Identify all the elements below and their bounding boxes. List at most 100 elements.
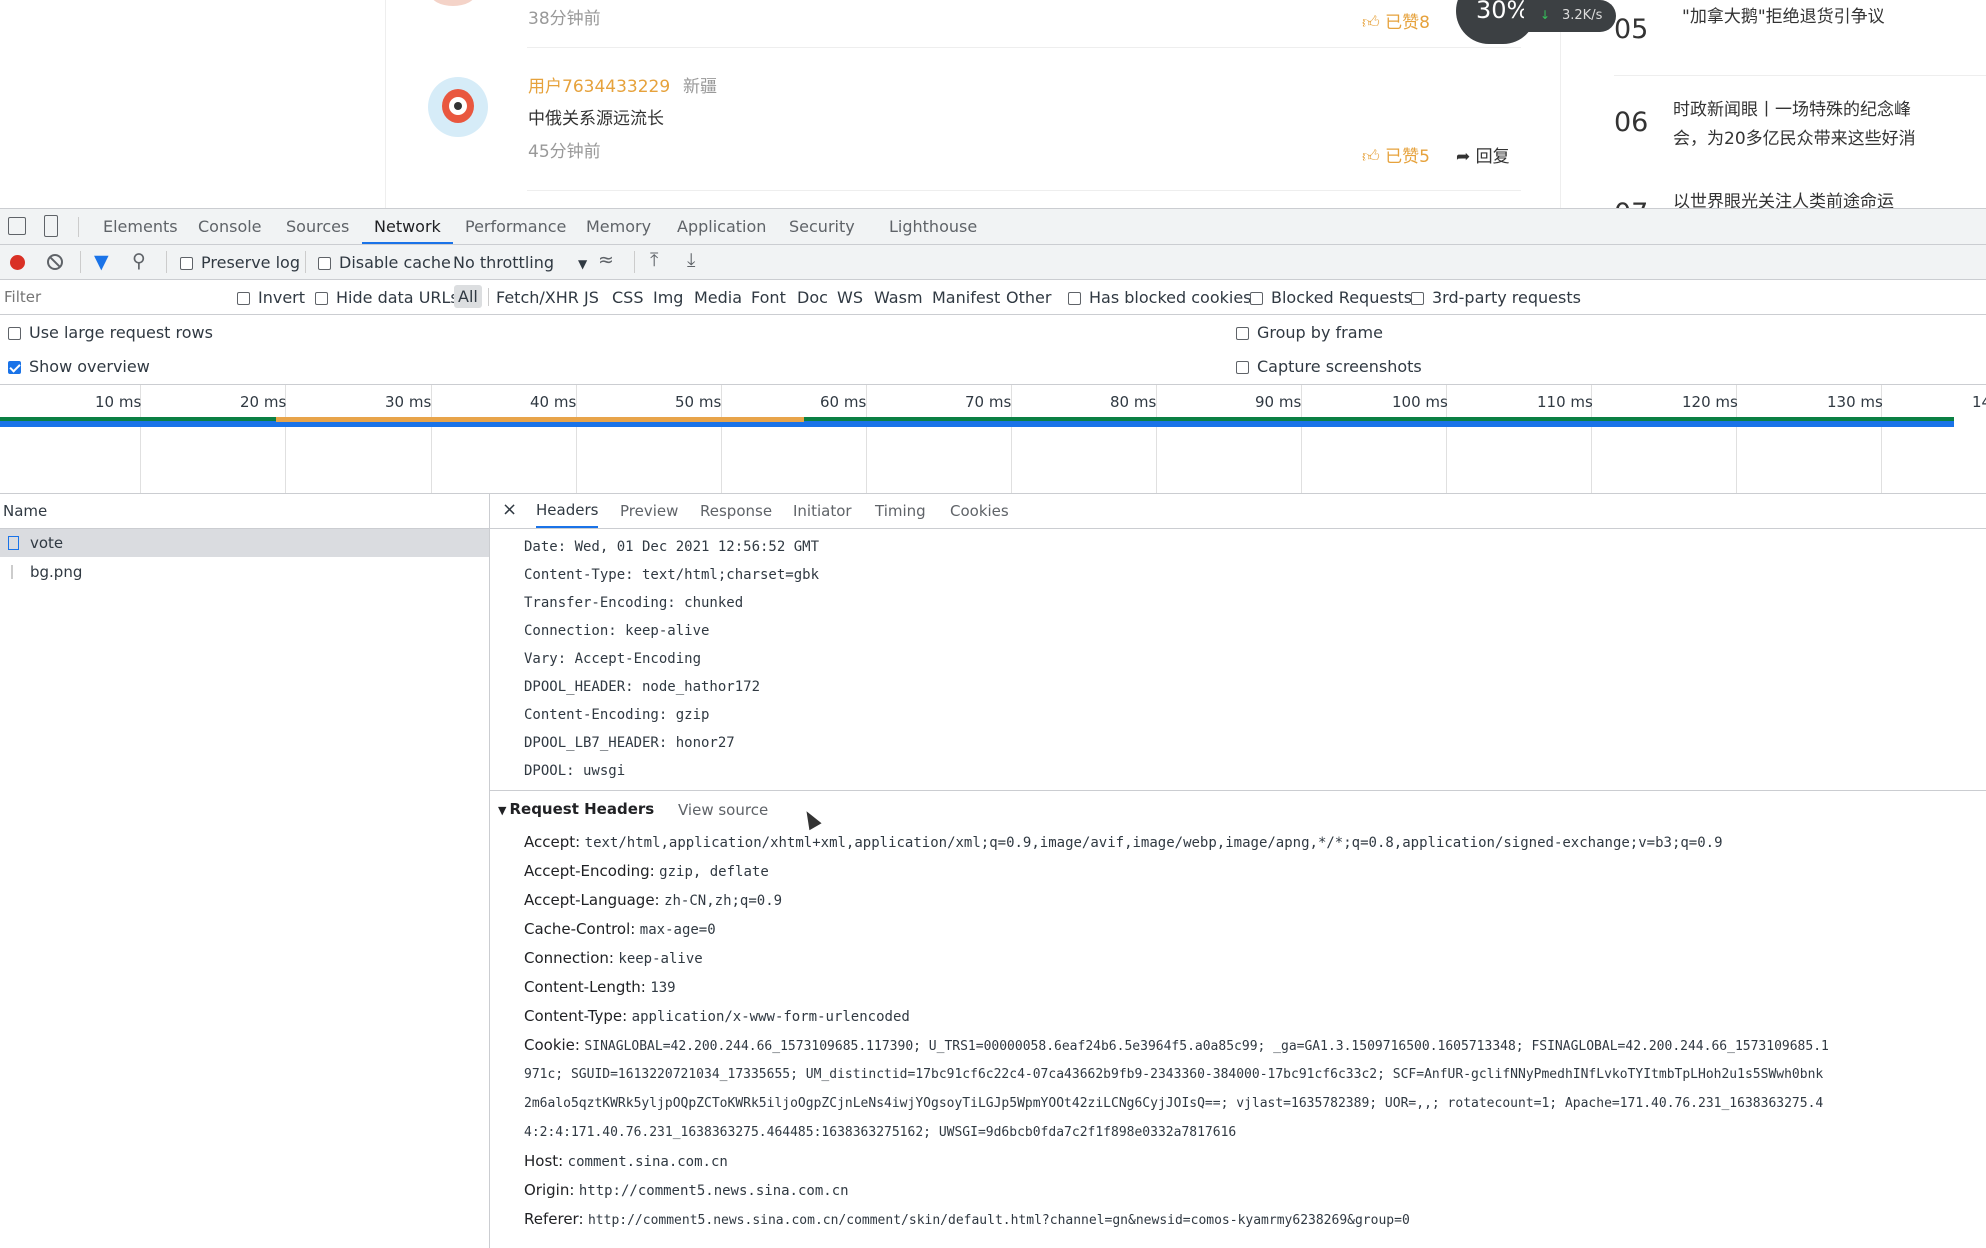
news-rank: 06: [1614, 107, 1649, 138]
avatar[interactable]: [428, 77, 488, 137]
filter-type-img[interactable]: Img: [653, 288, 683, 307]
timeline-tick: 110 ms: [1537, 393, 1593, 411]
request-details: × Headers Preview Response Initiator Tim…: [490, 494, 1986, 1248]
like-button[interactable]: 👍︎ 已赞8: [1362, 8, 1430, 33]
web-page: 38分钟前 👍︎ 已赞8 用户7634433229 新疆 中俄关系源远流长 45…: [0, 0, 1986, 208]
hide-data-urls-checkbox[interactable]: Hide data URLs: [315, 288, 459, 307]
blocked-requests-checkbox[interactable]: Blocked Requests: [1250, 288, 1412, 307]
request-headers-toggle[interactable]: ▼ Request Headers: [498, 800, 654, 818]
device-toolbar-icon[interactable]: [44, 215, 58, 237]
timeline-overview[interactable]: 10 ms 20 ms 30 ms 40 ms 50 ms 60 ms 70 m…: [0, 385, 1986, 494]
name-column-header[interactable]: Name: [3, 502, 47, 520]
like-count: 已赞5: [1385, 147, 1430, 167]
filter-type-doc[interactable]: Doc: [797, 288, 828, 307]
triangle-down-icon: ▼: [498, 804, 507, 817]
timeline-tick: 20 ms: [240, 393, 287, 411]
comment-text: 中俄关系源远流长: [528, 109, 664, 129]
avatar: [430, 0, 476, 6]
filter-type-wasm[interactable]: Wasm: [874, 288, 923, 307]
record-icon[interactable]: [10, 255, 25, 270]
tab-console[interactable]: Console: [198, 209, 262, 244]
reply-button[interactable]: ➦ 回复: [1456, 142, 1510, 167]
clear-icon[interactable]: [47, 254, 63, 270]
request-name: vote: [30, 534, 64, 552]
disable-cache-checkbox[interactable]: Disable cache: [318, 253, 451, 272]
network-toolbar: ▼ ⚲ Preserve log Disable cache No thrott…: [0, 245, 1986, 280]
response-header: DPOOL_LB7_HEADER: honor27: [524, 735, 735, 751]
thumbs-up-icon: 👍︎: [1362, 13, 1380, 33]
like-button[interactable]: 👍︎ 已赞5: [1362, 142, 1430, 167]
tab-preview[interactable]: Preview: [620, 502, 678, 520]
tab-initiator[interactable]: Initiator: [793, 502, 852, 520]
comment-time: 38分钟前: [528, 9, 601, 29]
tab-elements[interactable]: Elements: [103, 209, 178, 244]
filter-bar: Invert Hide data URLs All Fetch/XHR JS C…: [0, 280, 1986, 315]
filter-type-ws[interactable]: WS: [837, 288, 863, 307]
tab-security[interactable]: Security: [789, 209, 855, 244]
divider: [78, 217, 79, 237]
inspect-element-icon[interactable]: [8, 217, 26, 235]
search-icon[interactable]: ⚲: [132, 250, 146, 272]
tab-timing[interactable]: Timing: [875, 502, 926, 520]
filter-type-fetch-xhr[interactable]: Fetch/XHR: [496, 288, 579, 307]
tab-network[interactable]: Network: [362, 209, 453, 244]
divider: [490, 790, 1986, 791]
network-conditions-icon[interactable]: ≈: [598, 249, 614, 271]
request-name: bg.png: [30, 563, 83, 581]
tab-sources[interactable]: Sources: [286, 209, 349, 244]
tab-headers[interactable]: Headers: [536, 494, 599, 528]
news-title[interactable]: "加拿大鹅"拒绝退货引争议: [1682, 2, 1885, 27]
close-icon[interactable]: ×: [502, 499, 517, 520]
throttling-select[interactable]: No throttling ▼: [453, 253, 587, 272]
preserve-log-checkbox[interactable]: Preserve log: [180, 253, 300, 272]
timeline-tick: 50 ms: [675, 393, 722, 411]
filter-type-js[interactable]: JS: [584, 288, 599, 307]
image-file-icon: [11, 565, 13, 579]
has-blocked-cookies-checkbox[interactable]: Has blocked cookies: [1068, 288, 1252, 307]
tab-cookies[interactable]: Cookies: [950, 502, 1009, 520]
request-header: 2m6alo5qztKWRk5yljpOQpZCToKWRk5iljoOgpZC…: [524, 1096, 1824, 1111]
tab-performance[interactable]: Performance: [465, 209, 566, 244]
view-source-link[interactable]: View source: [678, 801, 768, 819]
show-overview-checkbox[interactable]: Show overview: [8, 357, 150, 376]
news-title[interactable]: 时政新闻眼丨一场特殊的纪念峰: [1673, 95, 1911, 120]
filter-type-manifest[interactable]: Manifest: [932, 288, 1000, 307]
news-title[interactable]: 以世界眼光关注人类前途命运: [1673, 187, 1894, 208]
timeline-tick: 90 ms: [1255, 393, 1302, 411]
filter-type-font[interactable]: Font: [751, 288, 786, 307]
filter-type-css[interactable]: CSS: [612, 288, 643, 307]
import-har-icon[interactable]: ⤒: [650, 249, 658, 271]
tab-lighthouse[interactable]: Lighthouse: [889, 209, 977, 244]
large-rows-checkbox[interactable]: Use large request rows: [8, 323, 213, 342]
mouse-cursor-icon: [800, 807, 822, 831]
third-party-requests-checkbox[interactable]: 3rd-party requests: [1411, 288, 1581, 307]
request-header: Connection: keep-alive: [524, 949, 703, 967]
divider: [1614, 75, 1986, 76]
response-header: Connection: keep-alive: [524, 623, 710, 639]
group-by-frame-checkbox[interactable]: Group by frame: [1236, 323, 1383, 342]
invert-checkbox[interactable]: Invert: [237, 288, 305, 307]
filter-type-media[interactable]: Media: [694, 288, 742, 307]
filter-type-other[interactable]: Other: [1006, 288, 1051, 307]
filter-icon[interactable]: ▼: [94, 251, 109, 273]
export-har-icon[interactable]: ⤓: [687, 249, 695, 271]
filter-input[interactable]: [2, 285, 221, 309]
comment-username[interactable]: 用户7634433229: [528, 72, 670, 97]
divider: [305, 251, 306, 273]
divider: [527, 190, 1521, 191]
capture-screenshots-checkbox[interactable]: Capture screenshots: [1236, 357, 1422, 376]
tab-response[interactable]: Response: [700, 502, 772, 520]
timeline-tick: 30 ms: [385, 393, 432, 411]
request-row[interactable]: vote: [0, 529, 489, 557]
response-header: Transfer-Encoding: chunked: [524, 595, 744, 611]
filter-type-all[interactable]: All: [454, 285, 482, 308]
response-header: DPOOL: uwsgi: [524, 763, 626, 779]
request-header: Accept-Encoding: gzip, deflate: [524, 862, 769, 880]
news-title[interactable]: 会，为20多亿民众带来这些好消: [1673, 124, 1916, 149]
request-row[interactable]: bg.png: [0, 558, 489, 586]
tab-application[interactable]: Application: [677, 209, 766, 244]
tab-memory[interactable]: Memory: [586, 209, 651, 244]
timeline-tick: 80 ms: [1110, 393, 1157, 411]
divider: [80, 251, 81, 273]
request-header: 971c; SGUID=1613220721034_17335655; UM_d…: [524, 1067, 1824, 1082]
